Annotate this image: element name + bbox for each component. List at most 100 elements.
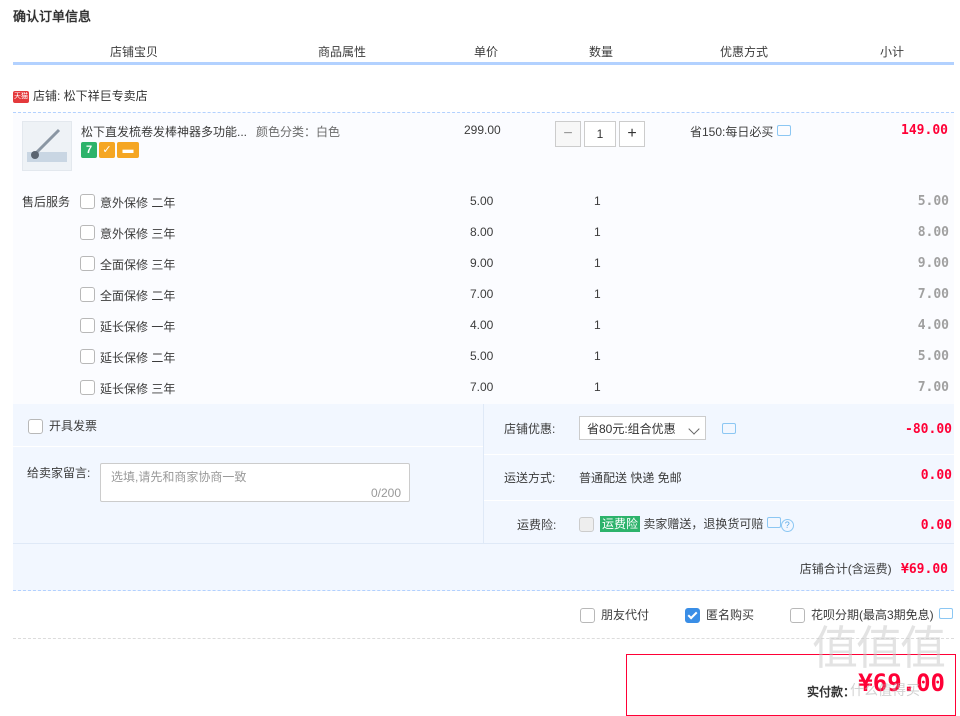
product-name[interactable]: 松下直发梳卷发棒神器多功能... [81,123,247,140]
installment-checkbox[interactable] [790,608,805,624]
shop-total: 店铺合计(含运费) ¥69.00 [800,560,948,577]
service-name: 意外保修 三年 [100,227,176,241]
service-checkbox[interactable] [80,380,95,395]
col-item: 店铺宝贝 [110,45,159,59]
anonymous-label: 匿名购买 [706,608,755,622]
anonymous-option[interactable]: 匿名购买 [685,606,755,624]
friend-pay-option[interactable]: 朋友代付 [580,606,650,624]
chevron-down-icon [688,423,700,435]
message-label: 给卖家留言: [27,466,91,480]
service-name: 延长保修 一年 [100,320,176,334]
service-name: 延长保修 二年 [100,351,176,365]
service-row: 延长保修 一年 4.00 1 4.00 [0,317,960,337]
service-price: 7.00 [470,287,494,301]
service-price: 4.00 [470,318,494,332]
divider [484,454,954,455]
message-counter: 0/200 [370,486,401,500]
quantity-input[interactable]: 1 [584,121,616,147]
friend-pay-label: 朋友代付 [601,608,650,622]
service-checkbox[interactable] [80,287,95,302]
shop-total-label: 店铺合计(含运费) [799,562,892,576]
shop-discount-select[interactable]: 省80元:组合优惠 [579,416,706,440]
chat-icon[interactable] [766,517,781,528]
help-icon[interactable]: ? [780,519,794,532]
shipping-value: 普通配送 快递 免邮 [579,471,682,485]
shop-header: 天猫 店铺: 松下祥巨专卖店 [13,86,148,106]
service-checkbox[interactable] [80,349,95,364]
service-price: 9.00 [470,256,494,270]
watermark-text: 什么值得买 [850,682,920,698]
col-qty: 数量 [589,45,614,59]
insurance-option: 运费险 卖家赠送，退换货可赔 ? [579,515,794,533]
service-row: 意外保修 三年 8.00 1 8.00 [0,224,960,244]
service-name: 全面保修 二年 [100,289,176,303]
shop-name[interactable]: 店铺: 松下祥巨专卖店 [33,89,148,103]
invoice-option[interactable]: 开具发票 [28,417,97,435]
service-subtotal: 8.00 [917,225,949,240]
divider [13,543,954,544]
service-price: 8.00 [470,225,494,239]
watermark-logo: 值值值 [812,621,946,675]
shipping-amount: 0.00 [920,468,952,483]
service-name: 延长保修 三年 [100,382,176,396]
table-header: 店铺宝贝 商品属性 单价 数量 优惠方式 小计 [13,40,954,65]
insurance-text: 卖家赠送，退换货可赔 [643,517,764,531]
col-price: 单价 [474,45,499,59]
service-row: 全面保修 二年 7.00 1 7.00 [0,286,960,306]
service-name: 全面保修 三年 [100,258,176,272]
anonymous-checkbox[interactable] [685,608,700,624]
service-price: 5.00 [470,349,494,363]
tmall-icon: 天猫 [13,90,29,103]
increase-button[interactable]: + [619,121,645,147]
service-qty: 1 [594,380,601,394]
decrease-button[interactable]: − [555,121,581,147]
col-subtotal: 小计 [880,45,905,59]
shipping-label: 运送方式: [504,471,556,485]
item-subtotal: 149.00 [901,123,948,138]
shop-total-amount: ¥69.00 [901,562,948,577]
service-row: 延长保修 二年 5.00 1 5.00 [0,348,960,368]
pay-label: 实付款： [807,685,856,699]
service-qty: 1 [594,225,601,239]
invoice-checkbox[interactable] [28,419,43,435]
insurance-badge: 运费险 [600,516,641,532]
chat-icon[interactable] [776,125,791,136]
chat-icon[interactable] [722,423,736,434]
seven-day-return-icon[interactable]: 7 [81,142,97,158]
message-placeholder: 选填,请先和商家协商一致 [111,470,247,484]
product-badges: 7 ✓ ▬ [81,142,141,158]
service-checkbox[interactable] [80,256,95,271]
product-attribute: 颜色分类：白色 [256,125,341,139]
service-row: 延长保修 三年 7.00 1 7.00 [0,379,960,399]
service-row: 意外保修 二年 5.00 1 5.00 [0,193,960,213]
guarantee-icon[interactable]: ✓ [99,142,115,158]
service-qty: 1 [594,256,601,270]
service-checkbox[interactable] [80,194,95,209]
divider [483,404,484,544]
service-price: 5.00 [470,194,494,208]
insurance-label: 运费险: [517,518,557,532]
divider [13,446,483,447]
promo-label: 省150:每日必买 [690,125,774,139]
service-checkbox[interactable] [80,318,95,333]
insurance-amount: 0.00 [920,518,952,533]
service-price: 7.00 [470,380,494,394]
service-qty: 1 [594,349,601,363]
friend-pay-checkbox[interactable] [580,608,595,624]
service-subtotal: 5.00 [917,349,949,364]
message-textarea[interactable]: 选填,请先和商家协商一致 0/200 [100,463,410,502]
divider [484,500,954,501]
service-qty: 1 [594,194,601,208]
col-attr: 商品属性 [318,45,367,59]
service-name: 意外保修 二年 [100,196,176,210]
service-subtotal: 5.00 [917,194,949,209]
shop-discount-value: 省80元:组合优惠 [587,422,676,436]
page-title: 确认订单信息 [13,9,92,24]
shop-discount-amount: -80.00 [905,422,952,437]
service-checkbox[interactable] [80,225,95,240]
product-thumbnail[interactable] [22,121,72,171]
product-image-icon [27,128,67,162]
service-qty: 1 [594,318,601,332]
shop-discount-label: 店铺优惠: [504,422,556,436]
card-icon[interactable]: ▬ [117,142,139,158]
